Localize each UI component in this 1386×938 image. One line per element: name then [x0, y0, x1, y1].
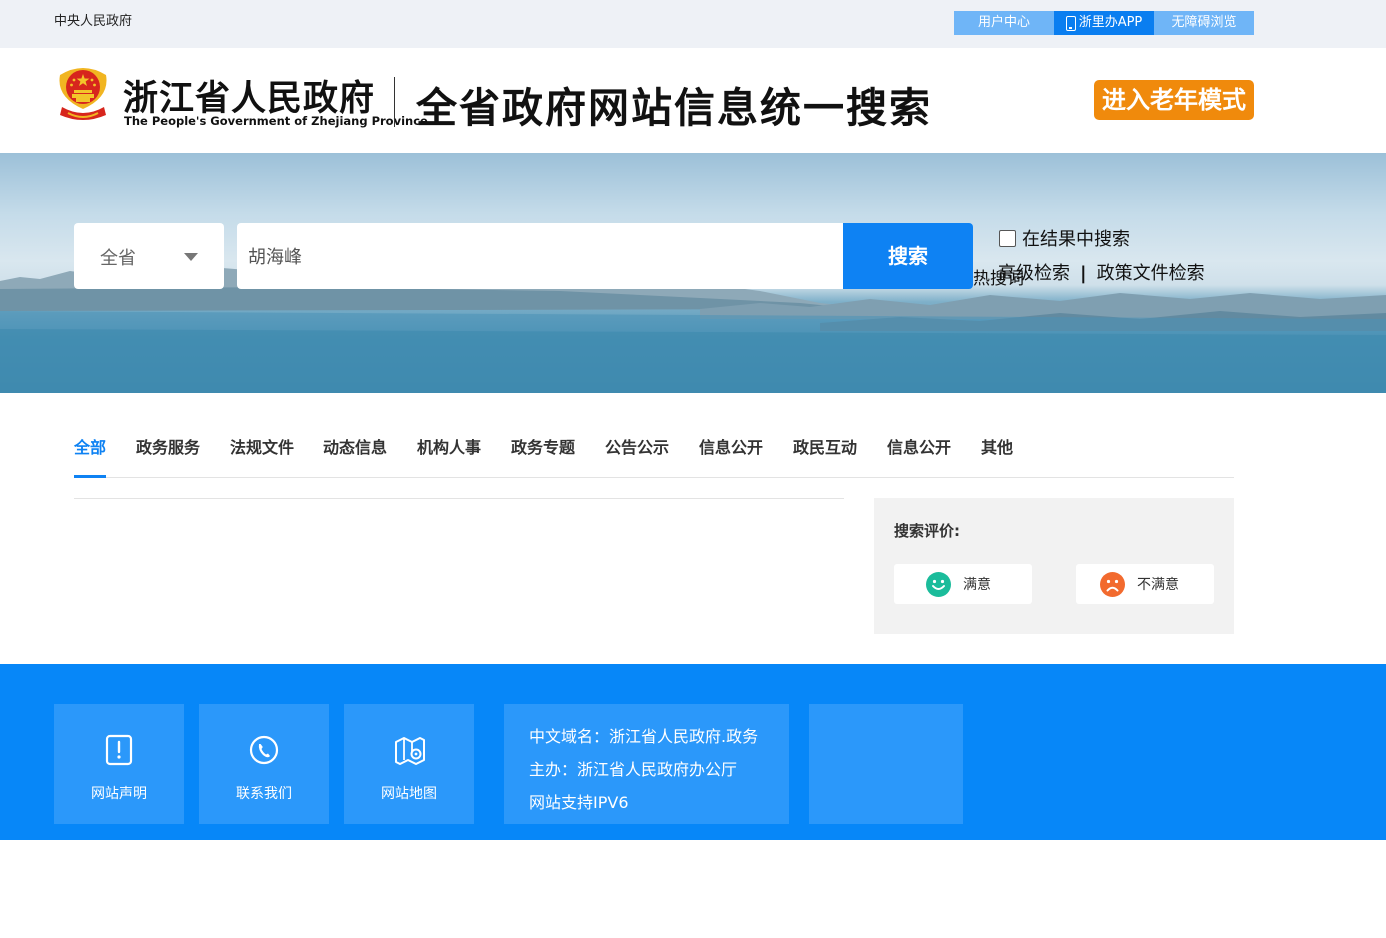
footer-badge [809, 704, 963, 824]
scope-select[interactable]: 全省 [74, 223, 224, 289]
scope-value: 全省 [100, 248, 136, 269]
tab-gov-services[interactable]: 政务服务 [136, 434, 200, 458]
contact-label: 联系我们 [236, 786, 292, 802]
header-divider [394, 77, 395, 127]
sitemap-link[interactable]: 网站地图 [344, 704, 474, 824]
unsatisfied-label: 不满意 [1137, 577, 1179, 593]
contact-us-link[interactable]: 联系我们 [199, 704, 329, 824]
search-in-results-label: 在结果中搜索 [1022, 229, 1130, 250]
central-gov-link[interactable]: 中央人民政府 [54, 10, 132, 29]
advanced-links: 高级检索 | 政策文件检索 [998, 259, 1205, 285]
search-button[interactable]: 搜索 [843, 223, 973, 289]
tab-topics[interactable]: 政务专题 [511, 434, 575, 458]
tab-announcements[interactable]: 公告公示 [605, 434, 669, 458]
phone-icon [1065, 15, 1076, 31]
frown-icon [1100, 571, 1125, 597]
map-icon [395, 737, 425, 765]
top-links: 用户中心 浙里办APP 无障碍浏览 [954, 11, 1254, 35]
tab-info-disclosure[interactable]: 信息公开 [699, 434, 763, 458]
satisfied-label: 满意 [963, 577, 991, 593]
page-title: 全省政府网站信息统一搜索 [416, 84, 932, 132]
site-name-en: The People's Government of Zhejiang Prov… [124, 114, 428, 128]
unsatisfied-button[interactable]: 不满意 [1076, 564, 1214, 604]
tab-interaction[interactable]: 政民互动 [793, 434, 857, 458]
domain-text: 中文域名：浙江省人民政府.政务 [529, 727, 759, 746]
search-evaluation: 搜索评价: 满意 不满意 [874, 498, 1234, 634]
smile-icon [926, 571, 951, 597]
tab-personnel[interactable]: 机构人事 [417, 434, 481, 458]
statement-icon [105, 734, 133, 766]
search-in-results-checkbox[interactable] [999, 229, 1016, 247]
policy-search-link[interactable]: 政策文件检索 [1097, 263, 1205, 284]
accessibility-link[interactable]: 无障碍浏览 [1154, 11, 1254, 35]
hot-words-label: 热搜词 [973, 269, 1024, 289]
header: 浙江省人民政府 The People's Government of Zheji… [0, 48, 1386, 153]
caret-down-icon [184, 253, 198, 261]
tab-all[interactable]: 全部 [74, 434, 106, 458]
active-tab-indicator [74, 475, 106, 478]
top-bar: 中央人民政府 用户中心 浙里办APP 无障碍浏览 [0, 0, 1386, 48]
app-label: 浙里办APP [1078, 15, 1143, 30]
statement-label: 网站声明 [91, 786, 147, 802]
phone-call-icon [249, 735, 279, 765]
sponsor-text: 主办：浙江省人民政府办公厅 [529, 760, 738, 779]
site-statement-link[interactable]: 网站声明 [54, 704, 184, 824]
results-divider [74, 498, 844, 499]
app-link[interactable]: 浙里办APP [1054, 11, 1154, 35]
tab-regulations[interactable]: 法规文件 [230, 434, 294, 458]
search-in-results[interactable]: 在结果中搜索 [999, 225, 1130, 251]
site-info: 中文域名：浙江省人民政府.政务 主办：浙江省人民政府办公厅 网站支持IPV6 [504, 704, 789, 824]
tab-news[interactable]: 动态信息 [323, 434, 387, 458]
evaluation-title: 搜索评价: [894, 522, 960, 540]
search-input[interactable] [237, 223, 845, 289]
elder-mode-button[interactable]: 进入老年模式 [1094, 80, 1254, 120]
link-separator: | [1080, 263, 1087, 284]
category-tabs: 全部 政务服务 法规文件 动态信息 机构人事 政务专题 公告公示 信息公开 政民… [74, 420, 1234, 478]
national-emblem-icon [59, 68, 107, 120]
sitemap-label: 网站地图 [381, 786, 437, 802]
satisfied-button[interactable]: 满意 [894, 564, 1032, 604]
footer: 网站声明 联系我们 网站地图 中文域名：浙江省人民政府.政务 主办：浙江省人民政… [0, 664, 1386, 840]
tab-other[interactable]: 其他 [981, 434, 1013, 458]
user-center-link[interactable]: 用户中心 [954, 11, 1054, 35]
tab-info-disclosure-2[interactable]: 信息公开 [887, 434, 951, 458]
search-banner: 全省 搜索 在结果中搜索 高级检索|政策文件检索 热搜词 [0, 153, 1386, 393]
ipv6-text: 网站支持IPV6 [529, 793, 629, 812]
